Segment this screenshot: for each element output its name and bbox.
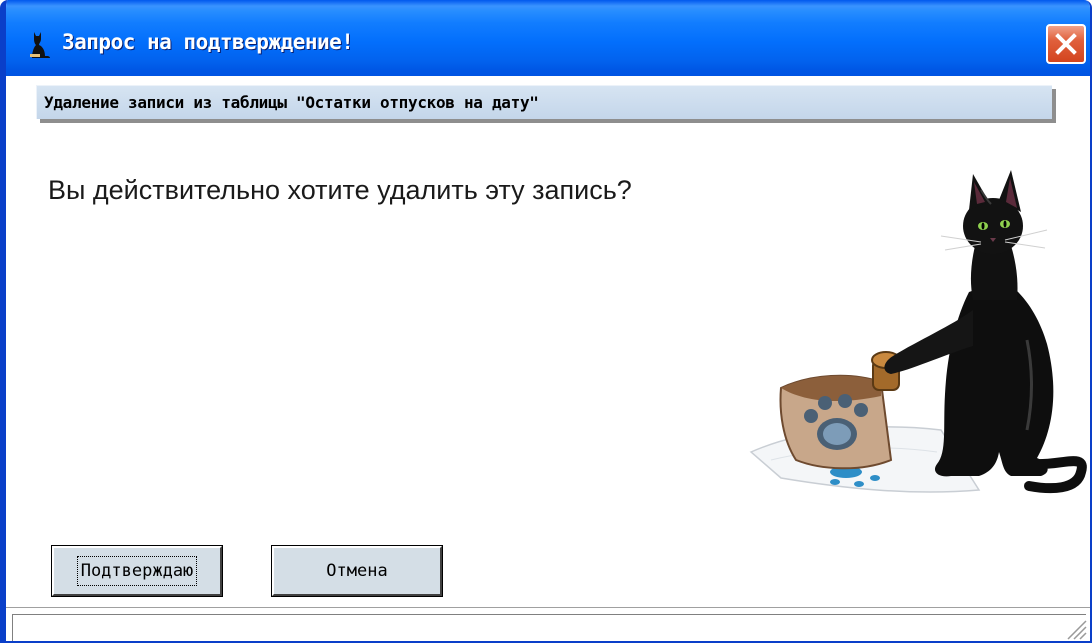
resize-grip-icon[interactable] [1064, 617, 1088, 641]
cat-silhouette-icon [30, 32, 50, 58]
confirm-button-label: Подтверждаю [76, 556, 198, 586]
close-icon [1055, 33, 1077, 55]
operation-header-text: Удаление записи из таблицы "Остатки отпу… [44, 93, 539, 112]
cancel-button[interactable]: Отмена [271, 545, 443, 597]
status-bar [6, 607, 1090, 641]
close-button[interactable] [1046, 24, 1086, 64]
confirmation-message: Вы действительно хотите удалить эту запи… [48, 175, 632, 205]
status-panel [12, 614, 1086, 641]
confirm-button[interactable]: Подтверждаю [51, 545, 223, 597]
operation-header: Удаление записи из таблицы "Остатки отпу… [36, 85, 1052, 119]
cancel-button-label: Отмена [326, 561, 388, 581]
black-cat-illustration [749, 170, 1087, 494]
title-bar[interactable]: Запрос на подтверждение! [6, 0, 1090, 76]
window-title: Запрос на подтверждение! [62, 30, 354, 54]
confirmation-dialog: Запрос на подтверждение! Удаление записи… [0, 0, 1092, 643]
